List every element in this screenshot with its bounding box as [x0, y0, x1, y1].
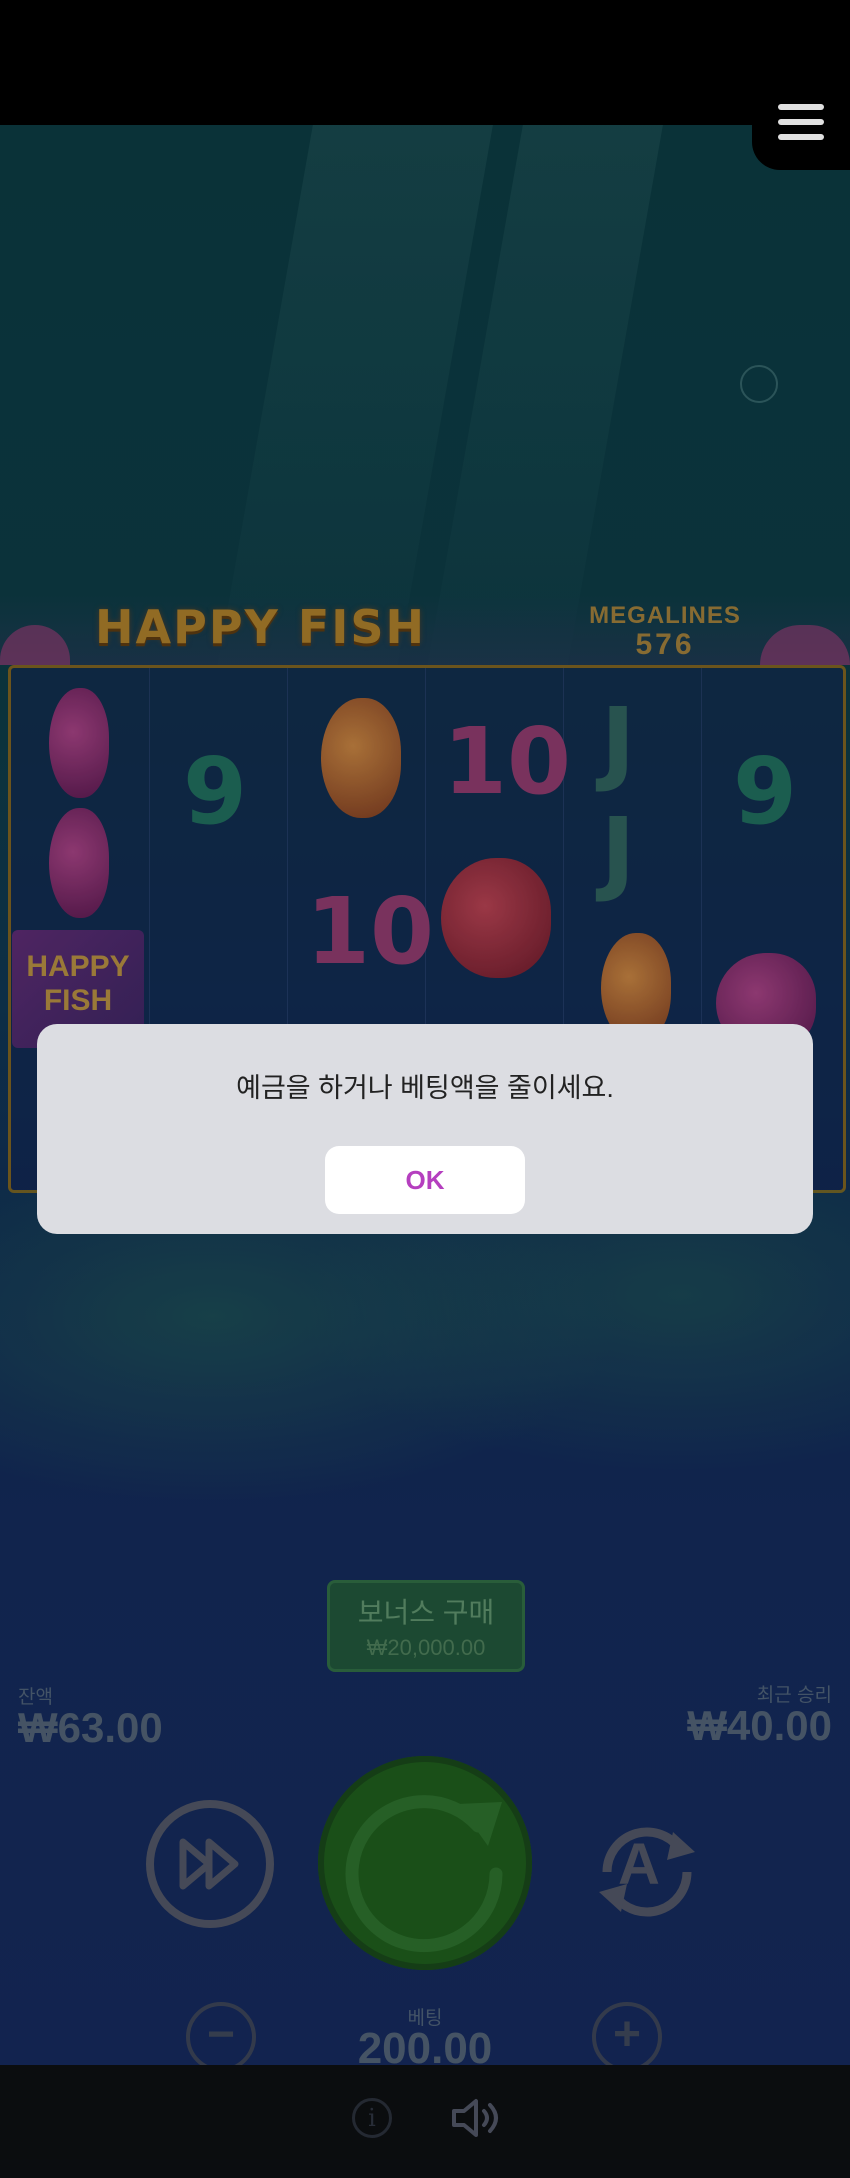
dialog-message: 예금을 하거나 베팅액을 줄이세요. — [236, 1073, 614, 1103]
ok-button[interactable]: OK — [325, 1146, 525, 1214]
alert-dialog: 예금을 하거나 베팅액을 줄이세요. OK — [37, 1024, 813, 1234]
